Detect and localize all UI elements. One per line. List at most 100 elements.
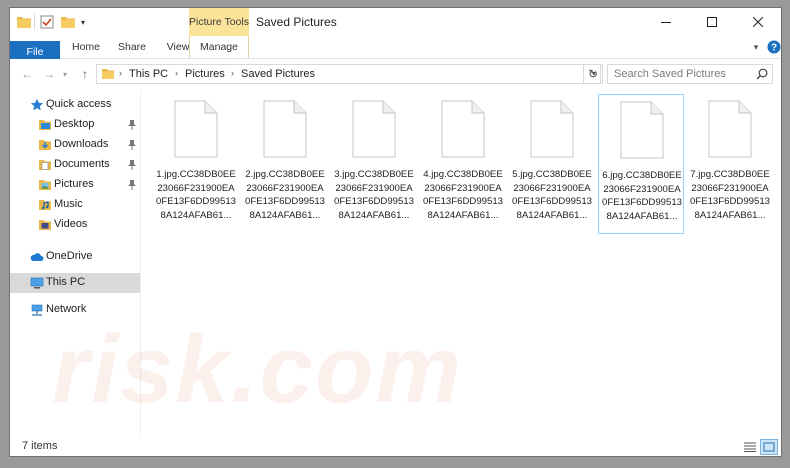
- sidebar-item-music[interactable]: Music: [10, 195, 140, 215]
- file-item[interactable]: 5.jpg.CC38DB0EE23066F231900EA0FE13F6DD99…: [509, 94, 595, 234]
- sidebar-item-label: Network: [46, 303, 87, 315]
- breadcrumb-separator[interactable]: ›: [175, 68, 178, 78]
- file-item[interactable]: 7.jpg.CC38DB0EE23066F231900EA0FE13F6DD99…: [687, 94, 773, 234]
- breadcrumb-this-pc[interactable]: This PC: [129, 68, 168, 80]
- navigation-pane: Quick access Desktop Downloads Documents…: [10, 89, 140, 438]
- file-name: 3.jpg.CC38DB0EE23066F231900EA0FE13F6DD99…: [334, 169, 414, 221]
- file-name: 2.jpg.CC38DB0EE23066F231900EA0FE13F6DD99…: [245, 169, 325, 221]
- forward-arrow-icon[interactable]: →: [40, 65, 58, 83]
- file-name: 7.jpg.CC38DB0EE23066F231900EA0FE13F6DD99…: [690, 169, 770, 221]
- sidebar-item-label: Documents: [54, 158, 110, 170]
- sidebar-item-label: Videos: [54, 218, 88, 230]
- music-folder-icon: [39, 200, 51, 210]
- sidebar-item-label: Downloads: [54, 138, 109, 150]
- cloud-icon: [30, 253, 44, 261]
- file-name: 6.jpg.CC38DB0EE23066F231900EA0FE13F6DD99…: [602, 170, 682, 222]
- toolbar-separator: [34, 14, 35, 30]
- customize-toolbar-icon[interactable]: ▾: [78, 14, 88, 30]
- address-bar[interactable]: › This PC › Pictures › Saved Pictures ▾: [96, 64, 601, 84]
- sidebar-item-this-pc[interactable]: This PC: [10, 273, 140, 293]
- expand-ribbon-icon[interactable]: ▾: [748, 39, 764, 55]
- file-item[interactable]: 6.jpg.CC38DB0EE23066F231900EA0FE13F6DD99…: [598, 94, 684, 234]
- folder-icon: [102, 69, 114, 79]
- computer-icon: [30, 277, 44, 289]
- sidebar-item-pictures[interactable]: Pictures: [10, 175, 140, 195]
- file-name: 5.jpg.CC38DB0EE23066F231900EA0FE13F6DD99…: [512, 169, 592, 221]
- explorer-window: ▾ Picture Tools Saved Pictures File Home…: [10, 8, 781, 456]
- folder-icon[interactable]: [16, 14, 32, 30]
- documents-folder-icon: [39, 160, 51, 170]
- details-view-button[interactable]: [741, 439, 759, 455]
- minimize-icon: [661, 22, 671, 23]
- file-list: 1.jpg.CC38DB0EE23066F231900EA0FE13F6DD99…: [141, 89, 781, 438]
- file-name: 1.jpg.CC38DB0EE23066F231900EA0FE13F6DD99…: [156, 169, 236, 221]
- sidebar-item-label: Pictures: [54, 178, 94, 190]
- sidebar-item-desktop[interactable]: Desktop: [10, 115, 140, 135]
- picture-tools-label: Picture Tools: [189, 8, 249, 36]
- maximize-button[interactable]: [689, 8, 735, 36]
- status-bar: 7 items: [10, 438, 781, 456]
- large-icons-view-icon: [763, 442, 775, 452]
- tab-manage[interactable]: Manage: [189, 36, 249, 58]
- close-button[interactable]: [735, 8, 781, 36]
- blank-file-icon: [708, 100, 752, 158]
- tab-share[interactable]: Share: [110, 36, 154, 58]
- blank-file-icon: [441, 100, 485, 158]
- videos-folder-icon: [39, 220, 51, 230]
- sidebar-item-videos[interactable]: Videos: [10, 215, 140, 235]
- up-arrow-icon[interactable]: ↑: [76, 65, 94, 83]
- tab-home[interactable]: Home: [64, 36, 108, 58]
- sidebar-item-onedrive[interactable]: OneDrive: [10, 247, 140, 267]
- sidebar-item-label: Music: [54, 198, 83, 210]
- refresh-button[interactable]: ↻: [583, 64, 603, 84]
- new-folder-icon[interactable]: [60, 14, 76, 30]
- large-icons-view-button[interactable]: [760, 439, 778, 455]
- search-icon[interactable]: [756, 68, 768, 80]
- search-input[interactable]: [607, 64, 773, 84]
- file-item[interactable]: 2.jpg.CC38DB0EE23066F231900EA0FE13F6DD99…: [242, 94, 328, 234]
- title-bar: ▾ Picture Tools Saved Pictures: [10, 8, 781, 36]
- blank-file-icon: [174, 100, 218, 158]
- window-title: Saved Pictures: [256, 15, 337, 29]
- svg-text:?: ?: [771, 43, 777, 54]
- blank-file-icon: [530, 100, 574, 158]
- breadcrumb-saved-pictures[interactable]: Saved Pictures: [241, 68, 315, 80]
- ribbon-tabs: File Home Share View Manage ▾ ?: [10, 36, 781, 181]
- close-icon: [753, 17, 763, 27]
- file-name: 4.jpg.CC38DB0EE23066F231900EA0FE13F6DD99…: [423, 169, 503, 221]
- breadcrumb-separator[interactable]: ›: [231, 68, 234, 78]
- back-arrow-icon[interactable]: ←: [18, 65, 36, 83]
- sidebar-item-label: OneDrive: [46, 250, 93, 262]
- pin-icon[interactable]: [127, 159, 137, 171]
- details-view-icon: [744, 442, 756, 452]
- sidebar-item-label: This PC: [46, 276, 86, 288]
- item-count: 7 items: [22, 440, 58, 452]
- pin-icon[interactable]: [127, 179, 137, 191]
- file-item[interactable]: 3.jpg.CC38DB0EE23066F231900EA0FE13F6DD99…: [331, 94, 417, 234]
- pin-icon[interactable]: [127, 139, 137, 151]
- breadcrumb-pictures[interactable]: Pictures: [185, 68, 225, 80]
- star-icon: [30, 98, 44, 111]
- desktop-folder-icon: [39, 120, 51, 130]
- refresh-icon: ↻: [587, 67, 599, 81]
- pictures-folder-icon: [39, 180, 51, 190]
- properties-icon[interactable]: [38, 14, 56, 30]
- network-icon: [31, 304, 43, 316]
- file-item[interactable]: 4.jpg.CC38DB0EE23066F231900EA0FE13F6DD99…: [420, 94, 506, 234]
- navigation-bar: ← → ▾ ↑ › This PC › Pictures › Saved Pic…: [10, 59, 781, 89]
- maximize-icon: [707, 17, 717, 27]
- sidebar-item-label: Quick access: [46, 98, 112, 110]
- breadcrumb-separator[interactable]: ›: [119, 68, 122, 78]
- downloads-folder-icon: [39, 140, 51, 150]
- sidebar-item-quick-access[interactable]: Quick access: [10, 95, 140, 115]
- file-item[interactable]: 1.jpg.CC38DB0EE23066F231900EA0FE13F6DD99…: [153, 94, 239, 234]
- sidebar-item-network[interactable]: Network: [10, 300, 140, 320]
- pin-icon[interactable]: [127, 119, 137, 131]
- sidebar-item-downloads[interactable]: Downloads: [10, 135, 140, 155]
- help-icon[interactable]: ?: [766, 39, 781, 55]
- blank-file-icon: [263, 100, 307, 158]
- recent-locations-icon[interactable]: ▾: [60, 65, 70, 83]
- blank-file-icon: [620, 101, 664, 159]
- minimize-button[interactable]: [643, 8, 689, 36]
- sidebar-item-documents[interactable]: Documents: [10, 155, 140, 175]
